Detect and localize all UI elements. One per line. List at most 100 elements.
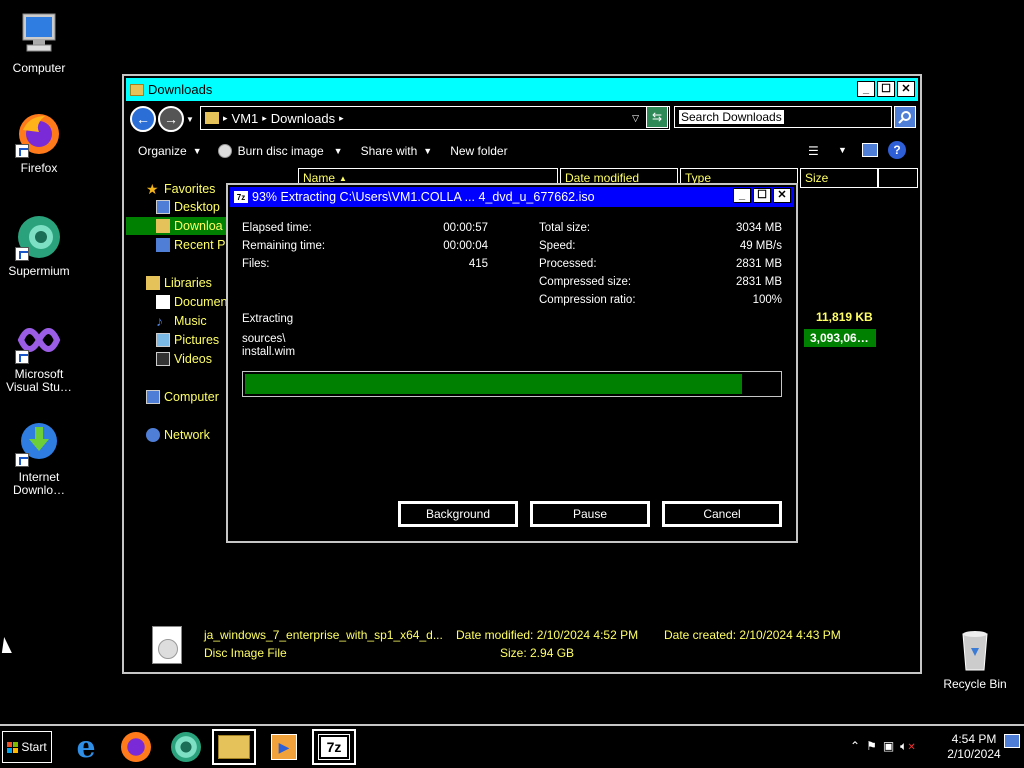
nav-favorites[interactable]: ★ Favorites	[146, 180, 215, 198]
desktop-icon-visual-studio[interactable]: Microsoft Visual Stu…	[0, 316, 78, 394]
extraction-dialog[interactable]: 7z 93% Extracting C:\Users\VM1.COLLA ...…	[226, 183, 798, 543]
pictures-icon	[156, 333, 170, 347]
history-dropdown-icon[interactable]: ▼	[186, 115, 194, 124]
nav-network[interactable]: Network	[146, 426, 210, 444]
visual-studio-icon	[15, 316, 63, 364]
extraction-progress-bar	[242, 371, 782, 397]
nav-downloads[interactable]: Downloa	[126, 217, 226, 235]
star-icon: ★	[146, 181, 159, 197]
show-desktop-icon[interactable]	[1004, 734, 1020, 748]
minimize-button[interactable]: _	[857, 81, 875, 97]
downloads-folder-icon	[156, 219, 170, 233]
preview-pane-icon[interactable]	[862, 143, 878, 157]
current-path: sources\	[242, 333, 286, 345]
column-header-empty[interactable]	[878, 168, 918, 188]
navigation-pane: ★ Favorites Desktop Downloa Recent P Lib…	[126, 172, 228, 572]
file-size-cell[interactable]: 11,819 KB	[810, 308, 879, 326]
nav-label: Network	[164, 428, 210, 442]
details-date-modified: Date modified: 2/10/2024 4:52 PM	[456, 628, 639, 642]
network-icon[interactable]: ▣	[883, 739, 894, 753]
nav-desktop[interactable]: Desktop	[156, 198, 220, 216]
taskbar-7zip[interactable]: 7z	[312, 729, 356, 765]
speed-value: 49 MB/s	[739, 240, 782, 252]
windows-logo-icon	[7, 741, 19, 753]
share-label: Share with	[360, 144, 418, 158]
close-button[interactable]: ✕	[897, 81, 915, 97]
maximize-button[interactable]: ☐	[753, 188, 771, 203]
nav-recent-places[interactable]: Recent P	[156, 236, 225, 254]
nav-label: Favorites	[164, 182, 216, 196]
column-label: Size	[805, 171, 829, 185]
cancel-button[interactable]: Cancel	[661, 500, 783, 528]
details-date-created: Date created: 2/10/2024 4:43 PM	[664, 628, 841, 642]
elapsed-time-label: Elapsed time:	[242, 222, 312, 234]
share-with-button[interactable]: Share with ▼	[361, 144, 433, 158]
clock[interactable]: 4:54 PM 2/10/2024	[942, 732, 1006, 762]
desktop-icon-label: Microsoft Visual Stu…	[6, 367, 72, 394]
address-bar[interactable]: ▸ VM1 ▸ Downloads ▸ ▽	[200, 106, 670, 130]
nav-documents[interactable]: Documen	[156, 293, 228, 311]
address-dropdown-icon[interactable]: ▽	[632, 113, 639, 124]
desktop-icon-internet-download[interactable]: Internet Downlo…	[0, 419, 78, 497]
burn-disc-image-button[interactable]: Burn disc image ▼	[217, 144, 343, 158]
file-size-cell-selected[interactable]: 3,093,06…	[804, 329, 876, 347]
minimize-button[interactable]: _	[733, 188, 751, 203]
shortcut-arrow-icon	[15, 144, 29, 158]
chevron-right-icon[interactable]: ▸	[339, 113, 344, 124]
desktop-icon-recycle-bin[interactable]: Recycle Bin	[936, 626, 1014, 691]
show-hidden-icons-icon[interactable]: ⌃	[850, 739, 860, 753]
nav-videos[interactable]: Videos	[156, 350, 212, 368]
chevron-right-icon[interactable]: ▸	[262, 113, 267, 124]
nav-libraries[interactable]: Libraries	[146, 274, 212, 292]
desktop-icon-supermium[interactable]: Supermium	[0, 213, 78, 278]
chevron-right-icon[interactable]: ▸	[223, 113, 228, 124]
dialog-titlebar[interactable]: 7z 93% Extracting C:\Users\VM1.COLLA ...…	[230, 187, 794, 207]
processed-value: 2831 MB	[735, 258, 782, 270]
search-icon[interactable]	[894, 106, 916, 128]
taskbar-media-player[interactable]: ▶	[262, 729, 306, 765]
forward-button[interactable]: →	[158, 106, 184, 132]
column-header-size[interactable]: Size	[800, 168, 878, 188]
desktop-icon-firefox[interactable]: Firefox	[0, 110, 78, 175]
supermium-icon	[15, 213, 63, 261]
taskbar-file-explorer[interactable]	[212, 729, 256, 765]
pause-button[interactable]: Pause	[529, 500, 651, 528]
nav-pictures[interactable]: Pictures	[156, 331, 219, 349]
shortcut-arrow-icon	[15, 453, 29, 467]
close-button[interactable]: ✕	[773, 188, 791, 203]
volume-muted-icon[interactable]: 🔈︎✕	[900, 739, 916, 754]
taskbar-internet-explorer[interactable]: e	[64, 729, 108, 765]
taskbar-supermium[interactable]	[164, 729, 208, 765]
breadcrumb-vm1[interactable]: VM1	[232, 111, 259, 126]
firefox-icon	[15, 110, 63, 158]
navigation-bar: ← → ▼ ▸ VM1 ▸ Downloads ▸ ▽ ⇆ Search Dow…	[126, 103, 918, 135]
start-button[interactable]: Start	[2, 731, 52, 763]
help-icon[interactable]: ?	[888, 141, 906, 159]
organize-button[interactable]: Organize ▼	[138, 144, 202, 158]
action-center-flag-icon[interactable]: ⚑	[866, 739, 877, 753]
search-input[interactable]: Search Downloads	[674, 106, 892, 128]
taskbar-firefox[interactable]	[114, 729, 158, 765]
chevron-down-icon[interactable]: ▼	[838, 145, 847, 155]
compressed-size-value: 2831 MB	[735, 276, 782, 288]
nav-music[interactable]: ♪ Music	[156, 312, 207, 330]
desktop-icon-label: Recycle Bin	[943, 677, 1007, 691]
nav-label: Music	[174, 314, 207, 328]
new-folder-button[interactable]: New folder	[450, 144, 507, 158]
view-options-icon[interactable]: ☰	[808, 144, 819, 158]
operation-status: Extracting	[242, 313, 294, 325]
nav-computer[interactable]: Computer	[146, 388, 219, 406]
libraries-icon	[146, 276, 160, 290]
refresh-button[interactable]: ⇆	[646, 106, 668, 128]
breadcrumb-downloads[interactable]: Downloads	[271, 111, 335, 126]
total-size-value: 3034 MB	[735, 222, 782, 234]
disc-icon	[217, 144, 232, 158]
explorer-titlebar[interactable]: Downloads _ ☐ ✕	[126, 78, 918, 101]
maximize-button[interactable]: ☐	[877, 81, 895, 97]
background-button[interactable]: Background	[397, 500, 519, 528]
7zip-icon: 7z	[234, 191, 248, 203]
back-button[interactable]: ←	[130, 106, 156, 132]
desktop-icon-computer[interactable]: Computer	[0, 10, 78, 75]
documents-icon	[156, 295, 170, 309]
command-bar: Organize ▼ Burn disc image ▼ Share with …	[126, 138, 918, 164]
